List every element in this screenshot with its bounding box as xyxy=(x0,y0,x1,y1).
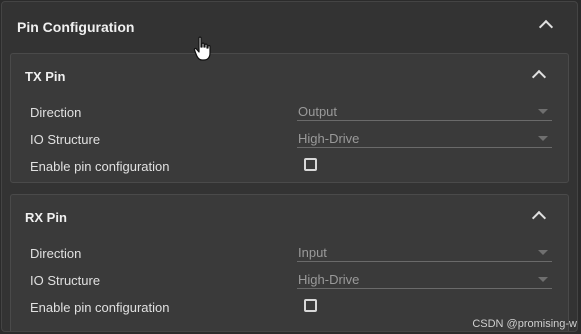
io-structure-label: IO Structure xyxy=(30,132,101,147)
tx-pin-title: TX Pin xyxy=(25,69,66,84)
tx-direction-select[interactable]: Output xyxy=(297,103,552,121)
hand-cursor-icon xyxy=(193,36,211,61)
tx-pin-section: TX Pin Direction Output IO Structure Hig… xyxy=(10,53,569,183)
tx-io-structure-value: High-Drive xyxy=(298,131,360,146)
dropdown-arrow-icon xyxy=(538,109,548,114)
rx-pin-title: RX Pin xyxy=(25,210,67,225)
rx-io-structure-value: High-Drive xyxy=(298,272,360,287)
rx-io-structure-select[interactable]: High-Drive xyxy=(297,271,552,289)
direction-label: Direction xyxy=(30,246,82,261)
tx-enable-pin-config-checkbox[interactable] xyxy=(304,158,317,171)
rx-direction-select[interactable]: Input xyxy=(297,244,552,262)
tx-direction-value: Output xyxy=(298,104,338,119)
rx-direction-value: Input xyxy=(298,245,327,260)
chevron-up-icon[interactable] xyxy=(531,69,547,85)
tx-io-structure-select[interactable]: High-Drive xyxy=(297,130,552,148)
enable-pin-config-label: Enable pin configuration xyxy=(30,300,170,315)
rx-enable-pin-config-checkbox[interactable] xyxy=(304,299,317,312)
chevron-up-icon[interactable] xyxy=(538,19,554,35)
panel-title: Pin Configuration xyxy=(17,19,135,35)
pin-configuration-panel: Pin Configuration TX Pin Direction Outpu… xyxy=(1,1,578,332)
rx-pin-section: RX Pin Direction Input IO Structure High… xyxy=(10,194,569,331)
dropdown-arrow-icon xyxy=(538,136,548,141)
dropdown-arrow-icon xyxy=(538,277,548,282)
dropdown-arrow-icon xyxy=(538,250,548,255)
chevron-up-icon[interactable] xyxy=(531,210,547,226)
io-structure-label: IO Structure xyxy=(30,273,101,288)
direction-label: Direction xyxy=(30,105,82,120)
watermark-text: CSDN @promising-w xyxy=(472,318,577,330)
enable-pin-config-label: Enable pin configuration xyxy=(30,159,170,174)
